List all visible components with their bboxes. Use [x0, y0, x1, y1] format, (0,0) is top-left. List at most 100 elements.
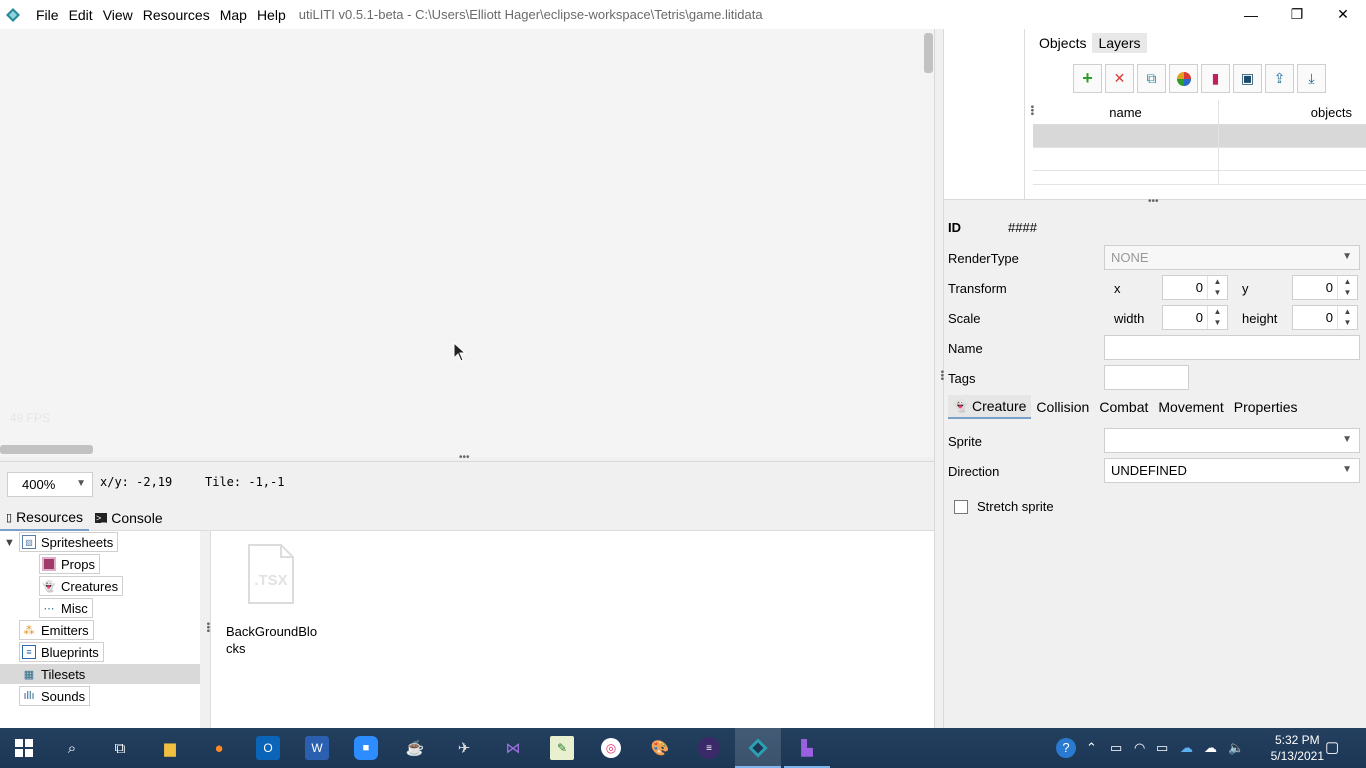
utiliti-taskbar-button[interactable] [735, 728, 781, 768]
tree-item-tilesets[interactable]: ▦ Tilesets [19, 664, 91, 684]
search-button[interactable]: ⌕ [60, 736, 84, 760]
table-row[interactable] [1033, 148, 1366, 171]
windows-logo-icon [15, 739, 33, 757]
taskbar-clock[interactable]: 5:32 PM 5/13/2021 [1271, 732, 1324, 764]
add-layer-button[interactable]: + [1073, 64, 1102, 93]
notification-icon[interactable]: ▢ [1325, 738, 1339, 756]
stepper-arrows-icon[interactable]: ▲ ▼ [1337, 276, 1357, 299]
volume-icon[interactable]: 🔈 [1228, 740, 1244, 756]
display-icon[interactable]: ▭ [1110, 740, 1122, 756]
file-explorer-button[interactable]: ▆ [158, 736, 182, 760]
tab-creature[interactable]: 👻 Creature [948, 395, 1032, 419]
delete-layer-button[interactable]: ✕ [1105, 64, 1134, 93]
stepper-arrows-icon[interactable]: ▲ ▼ [1337, 306, 1357, 329]
outlook-button[interactable]: O [256, 736, 280, 760]
table-row[interactable] [1033, 171, 1366, 185]
tree-item-sounds[interactable]: ıllı Sounds [19, 686, 91, 706]
map-horizontal-scrollbar[interactable] [0, 445, 93, 454]
duplicate-layer-button[interactable]: ⧉ [1137, 64, 1166, 93]
col-header-name[interactable]: name [1033, 100, 1219, 124]
resource-tree: ▼ ▧ Spritesheets Props 👻 Creatures ⋯ Mis… [0, 531, 200, 728]
camera-app-button[interactable]: ◎ [599, 736, 623, 760]
layer-table: name objects [1033, 100, 1366, 185]
tree-item-creatures[interactable]: 👻 Creatures [39, 576, 124, 596]
tab-layers[interactable]: Layers [1092, 33, 1147, 53]
rendertype-select[interactable]: NONE ▼ [1104, 245, 1360, 270]
x-label: x [1114, 281, 1121, 296]
tab-collision[interactable]: Collision [1031, 395, 1094, 419]
tree-item-spritesheets[interactable]: ▧ Spritesheets [19, 532, 119, 552]
zoom-app-button[interactable]: ■ [354, 736, 378, 760]
menu-file[interactable]: File [31, 7, 64, 23]
layer-table-header: name objects [1033, 100, 1366, 125]
chevron-up-icon[interactable]: ⌃ [1086, 740, 1097, 756]
move-layer-down-button[interactable]: ⤓ [1297, 64, 1326, 93]
menu-help[interactable]: Help [252, 7, 291, 23]
stepper-arrows-icon[interactable]: ▲ ▼ [1207, 306, 1227, 329]
x-stepper[interactable]: 0 ▲ ▼ [1162, 275, 1228, 300]
stretch-sprite-checkbox[interactable]: Stretch sprite [954, 499, 1054, 514]
stepper-arrows-icon[interactable]: ▲ ▼ [1207, 276, 1227, 299]
tags-input[interactable] [1104, 365, 1189, 390]
menu-edit[interactable]: Edit [64, 7, 98, 23]
cloud-icon[interactable]: ☁ [1204, 740, 1217, 756]
paint-app-button[interactable]: 🎨 [648, 736, 672, 760]
visual-studio-button[interactable]: ⋈ [501, 736, 525, 760]
chevron-down-icon[interactable]: ▼ [4, 537, 15, 549]
close-button[interactable]: ✕ [1320, 0, 1366, 29]
delete-icon: ✕ [1113, 70, 1126, 86]
tree-item-emitters[interactable]: ⁂ Emitters [19, 620, 94, 640]
wifi-icon[interactable]: ◠ [1134, 740, 1145, 756]
tetris-game-button[interactable]: ▙ [795, 736, 819, 760]
layer-properties-button[interactable]: ▣ [1233, 64, 1262, 93]
y-stepper[interactable]: 0 ▲ ▼ [1292, 275, 1358, 300]
battery-icon[interactable]: ▭ [1156, 740, 1168, 756]
clear-layer-button[interactable]: ▮ [1201, 64, 1230, 93]
map-canvas[interactable]: 49 FPS [0, 29, 934, 457]
tsx-file-label: BackGroundBlocks [226, 624, 318, 656]
clock-date: 5/13/2021 [1270, 749, 1324, 763]
minimize-button[interactable]: — [1228, 0, 1274, 29]
tab-properties[interactable]: Properties [1229, 395, 1303, 419]
tab-combat[interactable]: Combat [1094, 395, 1153, 419]
word-button[interactable]: W [305, 736, 329, 760]
menu-resources[interactable]: Resources [138, 7, 215, 23]
tree-item-props[interactable]: Props [39, 554, 100, 574]
tab-console[interactable]: >_ Console [89, 505, 169, 531]
checkbox-box[interactable] [954, 499, 968, 514]
move-layer-up-button[interactable]: ⇪ [1265, 64, 1294, 93]
height-stepper[interactable]: 0 ▲ ▼ [1292, 305, 1358, 330]
dolphin-icon: ✈ [457, 740, 471, 757]
map-vertical-scrollbar[interactable] [924, 33, 933, 73]
eclipse-ide-button[interactable]: ≡ [697, 736, 721, 760]
spreadsheet-icon: ✎ [556, 741, 568, 755]
spritesheet-icon: ▧ [22, 535, 36, 549]
onedrive-icon[interactable]: ☁ [1180, 740, 1193, 756]
tree-item-misc[interactable]: ⋯ Misc [39, 598, 93, 618]
width-stepper[interactable]: 0 ▲ ▼ [1162, 305, 1228, 330]
search-icon: ⌕ [67, 739, 77, 757]
firefox-button[interactable]: ● [207, 736, 231, 760]
name-input[interactable] [1104, 335, 1360, 360]
task-view-button[interactable]: ⧉ [108, 736, 132, 760]
table-row[interactable] [1033, 125, 1366, 148]
java-button[interactable]: ☕ [403, 736, 427, 760]
tab-objects[interactable]: Objects [1033, 33, 1092, 53]
spreadsheet-app-button[interactable]: ✎ [550, 736, 574, 760]
direction-select[interactable]: UNDEFINED ▼ [1104, 458, 1360, 483]
col-header-objects[interactable]: objects [1219, 100, 1366, 124]
help-icon[interactable]: ? [1056, 738, 1076, 758]
tree-item-blueprints[interactable]: ≡ Blueprints [19, 642, 104, 662]
layer-color-button[interactable] [1169, 64, 1198, 93]
start-button[interactable] [12, 736, 36, 760]
tab-movement[interactable]: Movement [1153, 395, 1228, 419]
eclipse-button[interactable]: ✈ [452, 736, 476, 760]
menu-view[interactable]: View [98, 7, 138, 23]
menu-map[interactable]: Map [215, 7, 252, 23]
props-split-handle-icon[interactable]: ••• [1148, 196, 1159, 207]
camera-icon: ◎ [601, 738, 621, 758]
sprite-select[interactable]: ▼ [1104, 428, 1360, 453]
tab-resources[interactable]: ▯ Resources [0, 505, 89, 531]
maximize-button[interactable]: ❐ [1274, 0, 1320, 29]
zoom-select[interactable]: 400% ▼ [7, 472, 93, 497]
